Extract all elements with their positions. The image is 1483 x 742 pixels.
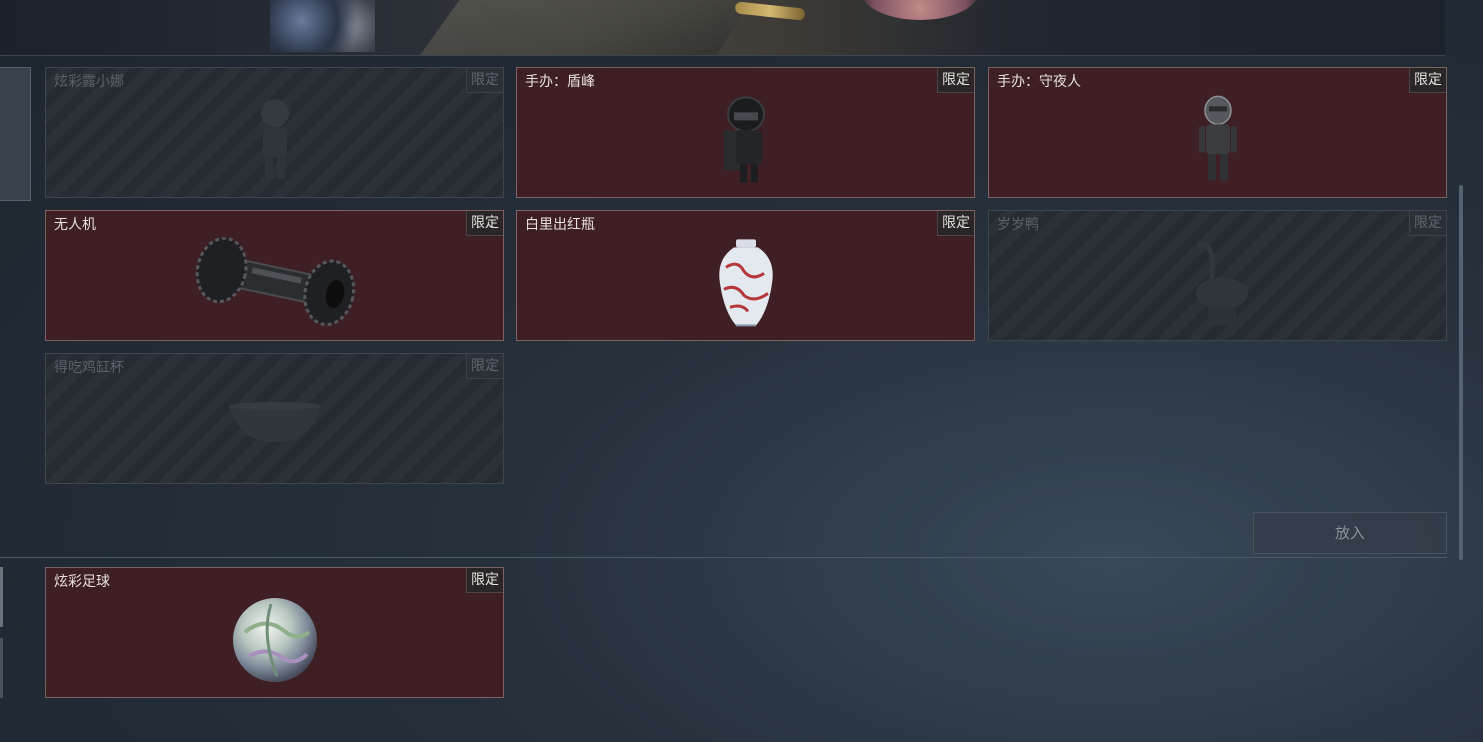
item-name: 手办：盾峰 (525, 74, 595, 90)
scrollbar[interactable] (1459, 185, 1463, 560)
item-name: 无人机 (54, 217, 96, 233)
limited-badge: 限定 (1409, 211, 1446, 236)
limited-badge: 限定 (937, 211, 974, 236)
armored-soldier-figure-icon (716, 94, 776, 186)
item-name: 手办：守夜人 (997, 74, 1081, 90)
top-scene-image (0, 0, 1445, 56)
section-divider (0, 557, 1447, 558)
scene-bullet (734, 1, 806, 21)
item-card[interactable]: 白里出红瓶 限定 (516, 210, 975, 341)
figure-silhouette-icon (245, 95, 305, 185)
left-tab-mid[interactable] (0, 567, 3, 627)
limited-badge: 限定 (937, 68, 974, 93)
drone-icon (190, 236, 360, 329)
cup-icon (225, 398, 325, 448)
left-tab-bottom[interactable] (0, 638, 3, 698)
limited-badge: 限定 (466, 568, 503, 593)
place-button[interactable]: 放入 (1253, 512, 1447, 554)
item-card[interactable]: 手办：盾峰 限定 (516, 67, 975, 198)
item-card[interactable]: 得吃鸡缸杯 限定 (45, 353, 504, 484)
scene-boots (270, 0, 375, 52)
left-tab-top[interactable] (0, 67, 31, 201)
porcelain-vase-icon (714, 237, 778, 329)
iridescent-football-icon (231, 596, 319, 684)
item-card[interactable]: 无人机 限定 (45, 210, 504, 341)
selected-item-card[interactable]: 炫彩足球 限定 (45, 567, 504, 698)
robot-soldier-figure-icon (1193, 94, 1243, 186)
limited-badge: 限定 (466, 68, 503, 93)
item-card[interactable]: 炫彩露小娜 限定 (45, 67, 504, 198)
scene-ball (860, 0, 980, 20)
item-name: 炫彩足球 (54, 574, 110, 590)
limited-badge: 限定 (466, 211, 503, 236)
duck-statue-icon (1178, 237, 1258, 329)
scene-cloth (420, 0, 750, 55)
item-name: 炫彩露小娜 (54, 74, 124, 90)
item-name: 得吃鸡缸杯 (54, 360, 124, 376)
limited-badge: 限定 (466, 354, 503, 379)
item-name: 岁岁鸭 (997, 217, 1039, 233)
item-card[interactable]: 岁岁鸭 限定 (988, 210, 1447, 341)
limited-badge: 限定 (1409, 68, 1446, 93)
item-card[interactable]: 手办：守夜人 限定 (988, 67, 1447, 198)
item-name: 白里出红瓶 (525, 217, 595, 233)
